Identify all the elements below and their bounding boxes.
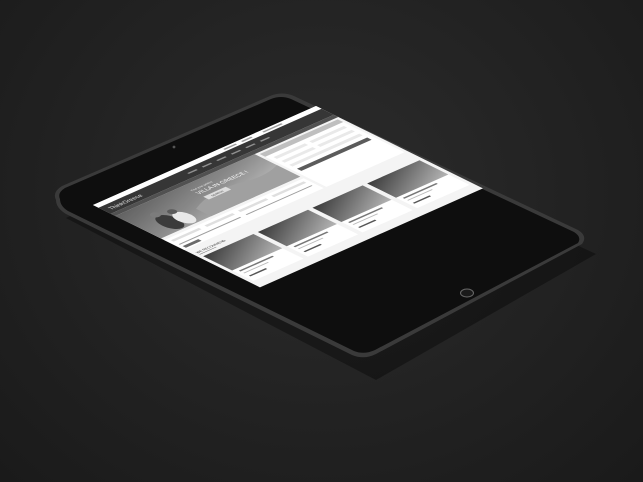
front-camera-icon — [172, 145, 176, 149]
scene: ThinkGreece Find your perfect VILLA IN G… — [54, 93, 596, 380]
home-button-icon[interactable] — [460, 288, 474, 298]
